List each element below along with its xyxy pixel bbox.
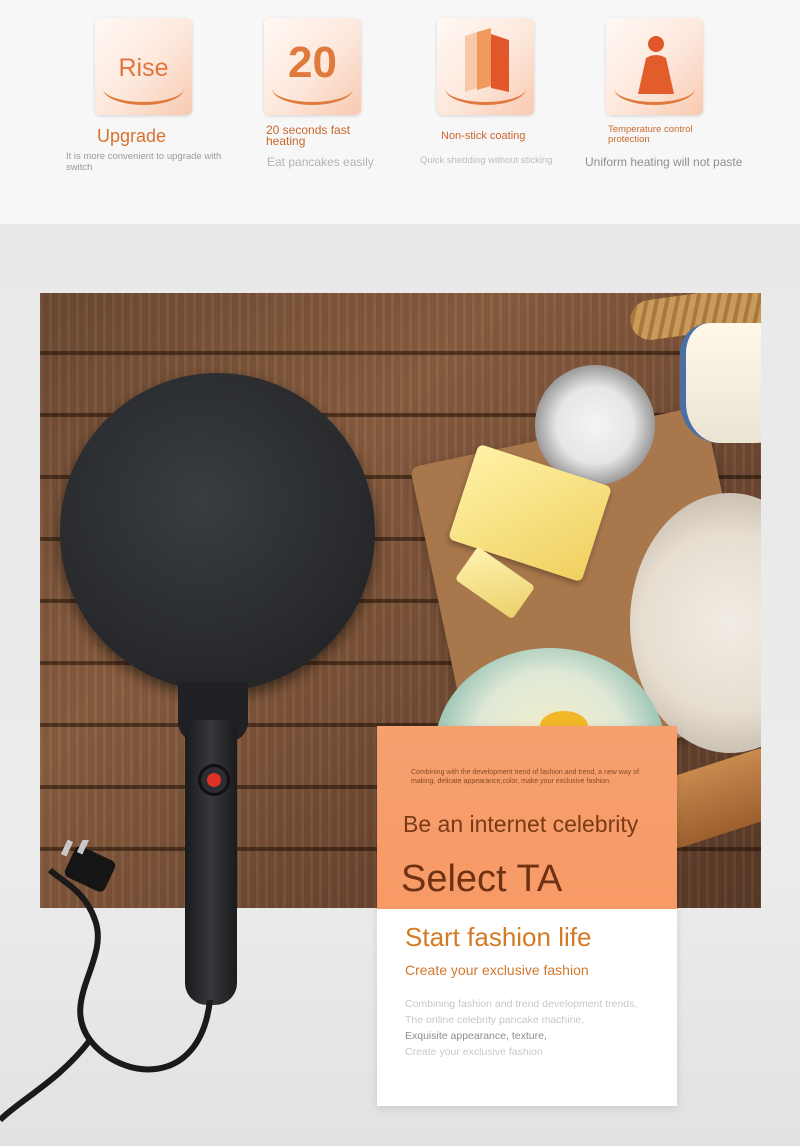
feature-title: Temperature control protection (608, 124, 693, 145)
promo-subheading: Create your exclusive fashion (405, 962, 589, 978)
non-stick-layers-icon (437, 18, 534, 115)
feature-subtitle: Uniform heating will not paste (585, 155, 743, 169)
feature-subtitle: Eat pancakes easily (267, 155, 374, 169)
feature-title: Non-stick coating (441, 130, 526, 142)
crepe-maker-plate (60, 373, 375, 691)
feature-title: 20 seconds fast heating (266, 123, 351, 148)
feature-title: Upgrade (97, 126, 167, 146)
promo-small-text: Combining with the development trend of … (411, 769, 640, 785)
promo-headline: Be an internet celebrity (403, 811, 639, 837)
promo-card: Combining with the development trend of … (377, 726, 677, 1106)
rise-text-icon: Rise (95, 18, 192, 115)
feature-subtitle: Quick shedding without sticking (420, 155, 553, 166)
promo-tagline: Start fashion life (405, 922, 592, 952)
promo-body-line: Exquisite appearance, texture, (405, 1030, 547, 1042)
promo-big-title: Select TA (401, 858, 563, 900)
power-cord (0, 840, 213, 1123)
promo-body-line: The online celebrity pancake machine, (405, 1014, 585, 1026)
twenty-seconds-icon: 20 (264, 18, 361, 115)
promo-body: Combining fashion and trend development … (405, 996, 655, 1060)
feature-subtitle: It is more convenient to upgrade with sw… (66, 151, 222, 173)
milk-jug (680, 323, 761, 443)
features-band: Rise Upgrade It is more convenient to up… (0, 0, 800, 224)
promo-body-line: Combining fashion and trend development … (405, 998, 638, 1010)
person-icon (606, 18, 703, 115)
power-switch-icon (198, 764, 230, 796)
promo-body-line: Create your exclusive fashion (405, 1046, 543, 1058)
